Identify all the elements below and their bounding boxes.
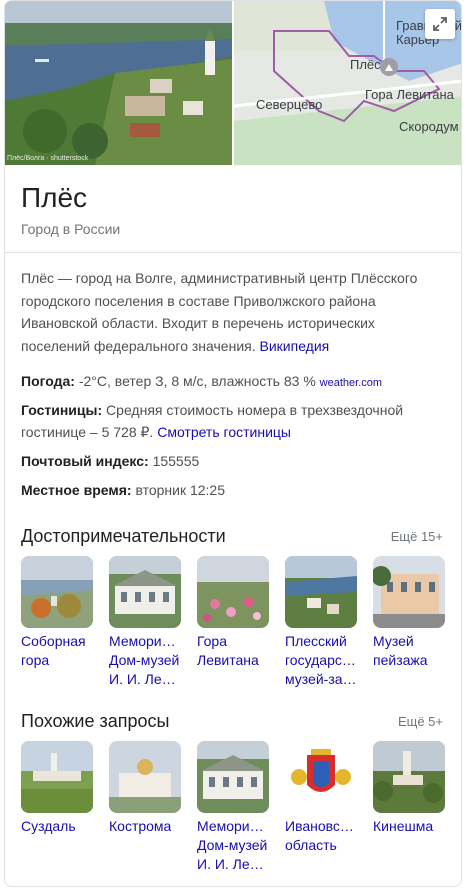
- page-title: Плёс: [21, 182, 88, 213]
- related-label: Суздаль: [21, 818, 76, 834]
- postal-value: 155555: [152, 453, 200, 469]
- sight-label: Гора Левитана: [197, 633, 259, 668]
- wikipedia-link[interactable]: Википедия: [260, 338, 330, 354]
- related-tile[interactable]: Кострома: [109, 741, 181, 874]
- sight-tile[interactable]: Плесский государс… музей-за…: [285, 556, 357, 689]
- related-label: Ивановс… область: [285, 818, 354, 853]
- sight-label: Соборная гора: [21, 633, 86, 668]
- fact-time: Местное время: вторник 12:25: [21, 479, 441, 501]
- sights-carousel: Соборная гора Мемори… Дом-музей И. И. Ле…: [21, 556, 445, 689]
- hero-images: Плёс/Волга · shutterstock Гравийный Карь…: [5, 1, 461, 165]
- related-title: Похожие запросы: [21, 711, 170, 731]
- weather-label: Погода:: [21, 373, 75, 389]
- related-more-link[interactable]: Ещё 5+: [398, 714, 443, 729]
- related-carousel: Суздаль Кострома Мемори… Дом-музей И. И.…: [21, 741, 445, 874]
- related-thumbnail: [373, 741, 445, 813]
- sight-thumbnail: [109, 556, 181, 628]
- time-value: вторник 12:25: [135, 482, 225, 498]
- sight-thumbnail: [197, 556, 269, 628]
- related-label: Кострома: [109, 818, 172, 834]
- sights-title: Достопримечательности: [21, 526, 226, 546]
- city-photo[interactable]: Плёс/Волга · shutterstock: [5, 1, 232, 165]
- sight-tile[interactable]: Соборная гора: [21, 556, 93, 689]
- sight-label: Плесский государс… музей-за…: [285, 633, 357, 687]
- weather-link[interactable]: weather.com: [320, 377, 382, 389]
- sight-label: Музей пейзажа: [373, 633, 428, 668]
- page-subtitle: Город в России: [21, 221, 121, 237]
- related-tile[interactable]: Ивановс… область: [285, 741, 357, 874]
- sight-tile[interactable]: Гора Левитана: [197, 556, 269, 689]
- sight-thumbnail: [285, 556, 357, 628]
- sight-thumbnail: [21, 556, 93, 628]
- title-block: Плёс Город в России: [5, 165, 461, 253]
- postal-label: Почтовый индекс:: [21, 453, 149, 469]
- hotels-link[interactable]: Смотреть гостиницы: [157, 424, 291, 440]
- related-label: Мемори… Дом-музей И. И. Ле…: [197, 818, 268, 872]
- related-thumbnail: [197, 741, 269, 813]
- photo-credit: Плёс/Волга · shutterstock: [7, 155, 89, 162]
- time-label: Местное время:: [21, 482, 132, 498]
- related-thumbnail: [109, 741, 181, 813]
- sight-tile[interactable]: Мемори… Дом-музей И. И. Ле…: [109, 556, 181, 689]
- hotels-label: Гостиницы:: [21, 402, 103, 418]
- sight-thumbnail: [373, 556, 445, 628]
- related-tile[interactable]: Мемори… Дом-музей И. И. Ле…: [197, 741, 269, 874]
- map-label-levitan-hill: Гора Левитана: [365, 87, 454, 102]
- map-label-severtsevo: Северцево: [256, 97, 323, 112]
- map[interactable]: Гравийный Карьер Плёс Гора Левитана Севе…: [234, 1, 461, 165]
- knowledge-panel: Плёс/Волга · shutterstock Гравийный Карь…: [4, 0, 462, 887]
- map-label-ples: Плёс: [350, 57, 381, 72]
- related-thumbnail: [21, 741, 93, 813]
- weather-value: -2°C, ветер З, 8 м/с, влажность 83 %: [78, 373, 316, 389]
- fact-hotels: Гостиницы: Средняя стоимость номера в тр…: [21, 399, 441, 443]
- sight-tile[interactable]: Музей пейзажа: [373, 556, 445, 689]
- expand-map-button[interactable]: [425, 9, 455, 39]
- expand-icon: [433, 17, 447, 31]
- fact-weather: Погода: -2°C, ветер З, 8 м/с, влажность …: [21, 370, 441, 394]
- sight-label: Мемори… Дом-музей И. И. Ле…: [109, 633, 180, 687]
- sights-more-link[interactable]: Ещё 15+: [391, 529, 443, 544]
- related-label: Кинешма: [373, 818, 434, 834]
- fact-postal: Почтовый индекс: 155555: [21, 450, 441, 472]
- related-tile[interactable]: Суздаль: [21, 741, 93, 874]
- description: Плёс — город на Волге, административный …: [21, 267, 441, 357]
- related-thumbnail: [285, 741, 357, 813]
- map-label-skorodum: Скородум: [399, 119, 459, 134]
- related-tile[interactable]: Кинешма: [373, 741, 445, 874]
- description-text: Плёс — город на Волге, административный …: [21, 270, 418, 354]
- map-pin-icon[interactable]: [380, 58, 398, 76]
